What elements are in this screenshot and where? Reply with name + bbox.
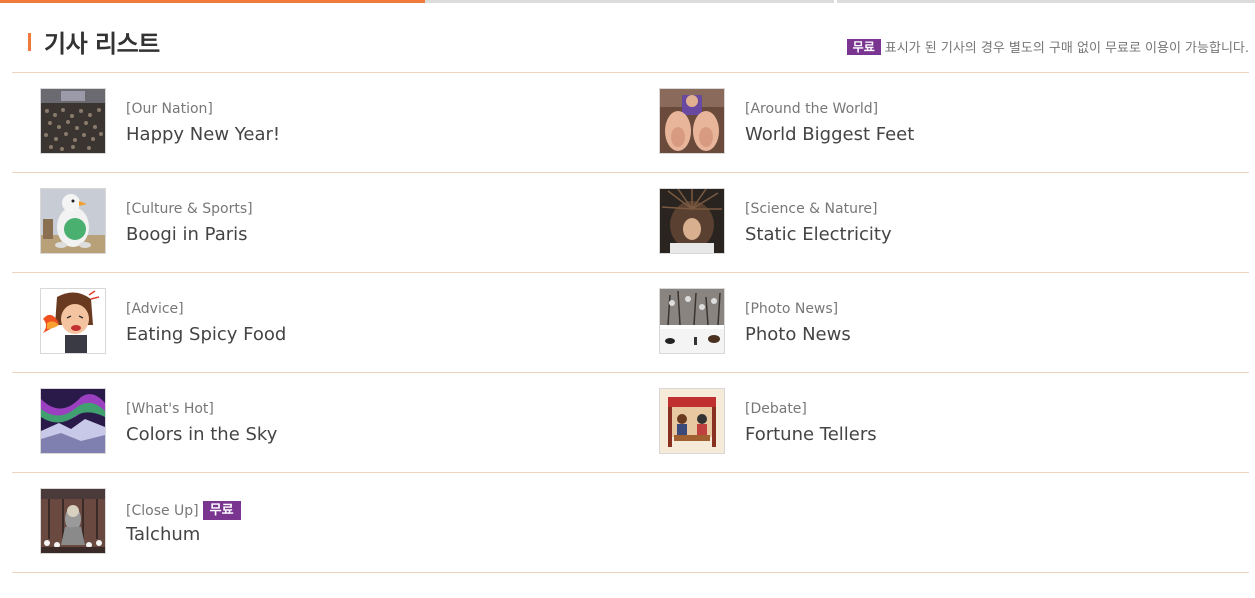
tab-inactive-indicator[interactable] <box>837 0 1255 3</box>
free-notice: 무료 표시가 된 기사의 경우 별도의 구매 없이 무료로 이용이 가능합니다. <box>846 37 1249 56</box>
page-title: 기사 리스트 <box>44 30 160 58</box>
article-thumbnail[interactable] <box>659 188 725 254</box>
tab-bar <box>0 0 1255 3</box>
tab-inactive-indicator[interactable] <box>425 0 834 3</box>
article-row: [Advice] Eating Spicy Food [Photo News] … <box>12 273 1249 373</box>
article-thumbnail[interactable] <box>40 488 106 554</box>
section-header: 기사 리스트 무료 표시가 된 기사의 경우 별도의 구매 없이 무료로 이용이… <box>12 22 1249 73</box>
article-category: [Our Nation] <box>126 101 213 117</box>
article-category: [Science & Nature] <box>745 201 878 217</box>
article-row: [Close Up] 무료 Talchum <box>12 473 1249 573</box>
article-title[interactable]: Boogi in Paris <box>126 224 248 245</box>
article-category: [Around the World] <box>745 101 879 117</box>
article-list: [Our Nation] Happy New Year! [Around the… <box>12 73 1249 573</box>
article-thumbnail[interactable] <box>40 88 106 154</box>
article-row: [Culture & Sports] Boogi in Paris [Scien… <box>12 173 1249 273</box>
free-badge: 무료 <box>846 38 881 55</box>
article-category: [Close Up] 무료 <box>126 501 245 520</box>
article-title[interactable]: Colors in the Sky <box>126 424 277 445</box>
free-notice-text: 표시가 된 기사의 경우 별도의 구매 없이 무료로 이용이 가능합니다. <box>884 41 1249 56</box>
article-thumbnail[interactable] <box>40 188 106 254</box>
article-thumbnail[interactable] <box>40 288 106 354</box>
article-category: [Advice] <box>126 301 184 317</box>
article-title[interactable]: Talchum <box>126 524 200 545</box>
article-row: [Our Nation] Happy New Year! [Around the… <box>12 73 1249 173</box>
article-category: [What's Hot] <box>126 401 214 417</box>
article-title[interactable]: Photo News <box>745 324 851 345</box>
article-thumbnail[interactable] <box>40 388 106 454</box>
free-badge: 무료 <box>202 501 241 520</box>
tab-active-indicator[interactable] <box>0 0 425 3</box>
article-row: [What's Hot] Colors in the Sky [Debate] … <box>12 373 1249 473</box>
article-category-label: [Close Up] <box>126 502 199 519</box>
article-title[interactable]: Happy New Year! <box>126 124 280 145</box>
article-title[interactable]: World Biggest Feet <box>745 124 914 145</box>
article-category: [Photo News] <box>745 301 839 317</box>
article-category: [Culture & Sports] <box>126 201 253 217</box>
article-title[interactable]: Eating Spicy Food <box>126 324 286 345</box>
article-thumbnail[interactable] <box>659 388 725 454</box>
article-title[interactable]: Fortune Tellers <box>745 424 877 445</box>
article-category: [Debate] <box>745 401 807 417</box>
article-thumbnail[interactable] <box>659 288 725 354</box>
article-title[interactable]: Static Electricity <box>745 224 892 245</box>
title-accent-bar <box>28 33 31 51</box>
article-thumbnail[interactable] <box>659 88 725 154</box>
